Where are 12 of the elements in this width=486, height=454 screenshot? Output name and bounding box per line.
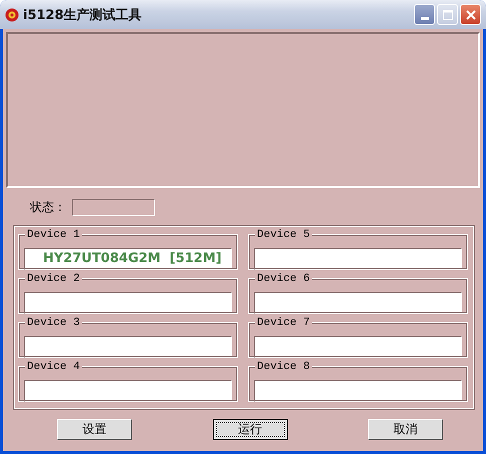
dialog-button[interactable]: 设置 <box>57 419 132 440</box>
dialog-button[interactable]: 运行 <box>212 419 288 440</box>
device-field: HY27UT084G2M [512M] <box>24 248 232 270</box>
maximize-icon <box>442 10 452 20</box>
close-button[interactable] <box>460 4 481 25</box>
minimize-button[interactable] <box>414 4 435 25</box>
window-title: i5128生产测试工具 <box>23 6 143 24</box>
dialog-button[interactable]: 取消 <box>368 419 443 440</box>
close-icon <box>466 10 476 20</box>
app-icon <box>5 8 19 22</box>
status-label: 状态： <box>30 198 66 216</box>
minimize-icon <box>420 17 428 20</box>
